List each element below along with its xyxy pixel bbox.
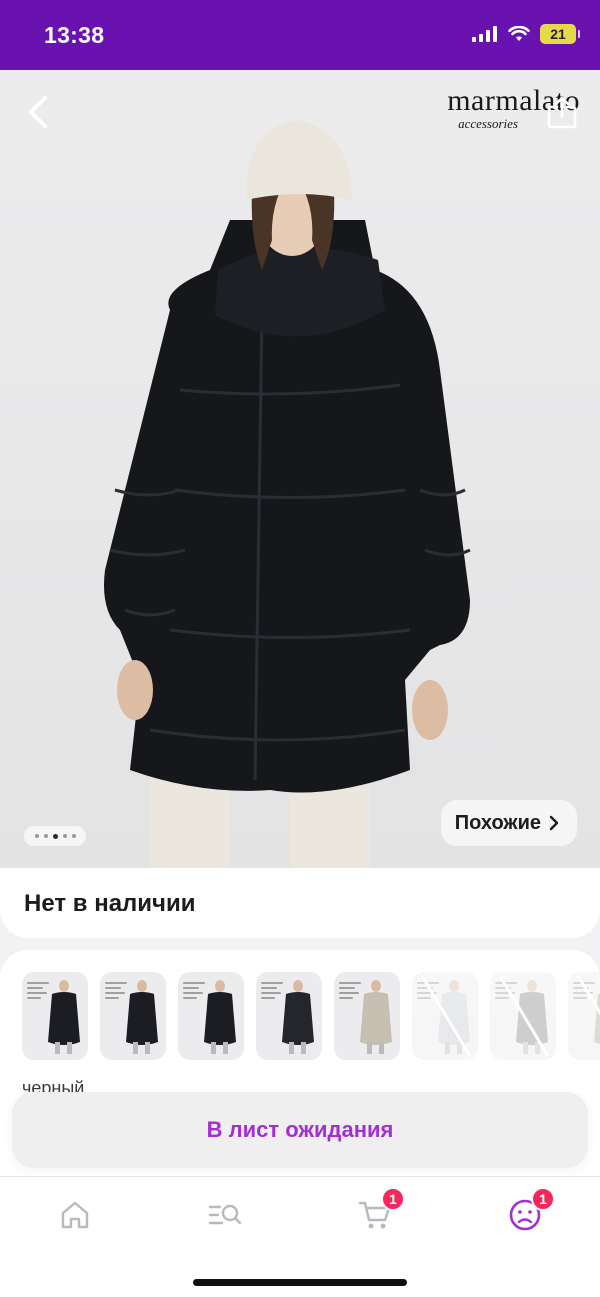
status-time: 13:38: [44, 22, 105, 48]
stock-card: Нет в наличии: [0, 868, 600, 938]
variant-thumbnail[interactable]: [490, 972, 556, 1060]
similar-button[interactable]: Похожие: [440, 800, 577, 846]
waitlist-button[interactable]: В лист ожидания: [12, 1092, 588, 1168]
cart-badge: 1: [381, 1187, 405, 1211]
signal-icon: [472, 26, 497, 42]
unavailable-slash: [420, 975, 472, 1057]
pagination-dot: [34, 834, 39, 838]
chevron-right-icon: [549, 815, 559, 831]
home-indicator: [193, 1279, 407, 1286]
variant-thumbnail[interactable]: [412, 972, 478, 1060]
brand-subtitle: accessories: [458, 116, 518, 131]
variant-thumbnail[interactable]: [568, 972, 600, 1060]
home-icon: [61, 1201, 89, 1229]
share-icon: [547, 96, 577, 129]
wifi-icon: [508, 26, 530, 41]
similar-button-label: Похожие: [454, 811, 541, 834]
stock-status: Нет в наличии: [24, 890, 196, 917]
pagination-dot: [52, 833, 58, 839]
coat-thumbnail-image: [126, 980, 158, 1054]
tab-catalog[interactable]: [203, 1193, 247, 1237]
coat-thumbnail-image: [360, 980, 392, 1054]
coat-thumbnail-image: [48, 980, 80, 1054]
chevron-left-icon: [29, 96, 47, 128]
unavailable-slash: [498, 975, 550, 1057]
status-icons: 21: [472, 24, 580, 44]
pagination-dot: [62, 834, 67, 838]
color-label: черный: [22, 1078, 85, 1092]
product-gallery[interactable]: marmalato accessories Похожие: [0, 70, 600, 870]
unavailable-slash: [576, 975, 600, 1016]
share-button[interactable]: [542, 92, 582, 132]
catalog-search-icon: [208, 1204, 242, 1225]
variant-thumbnail[interactable]: [22, 972, 88, 1060]
tab-profile[interactable]: 1: [503, 1187, 555, 1237]
pagination-dot: [43, 834, 48, 838]
product-photo: [104, 120, 471, 870]
coat-thumbnail-image: [204, 980, 236, 1054]
variant-thumbnail[interactable]: [178, 972, 244, 1060]
profile-badge: 1: [531, 1187, 555, 1211]
variant-thumbnail[interactable]: [256, 972, 322, 1060]
battery-indicator: 21: [540, 24, 580, 44]
coat-thumbnail-image: [282, 980, 314, 1054]
tab-cart[interactable]: 1: [353, 1187, 405, 1237]
pagination-dot: [71, 834, 76, 838]
back-button[interactable]: [18, 92, 58, 132]
tab-home[interactable]: [53, 1193, 97, 1237]
variant-thumbnails[interactable]: [22, 972, 600, 1060]
status-bar: 13:38 21: [0, 0, 600, 70]
gallery-pagination: [24, 826, 86, 846]
variant-thumbnail[interactable]: [100, 972, 166, 1060]
variant-thumbnail[interactable]: [334, 972, 400, 1060]
